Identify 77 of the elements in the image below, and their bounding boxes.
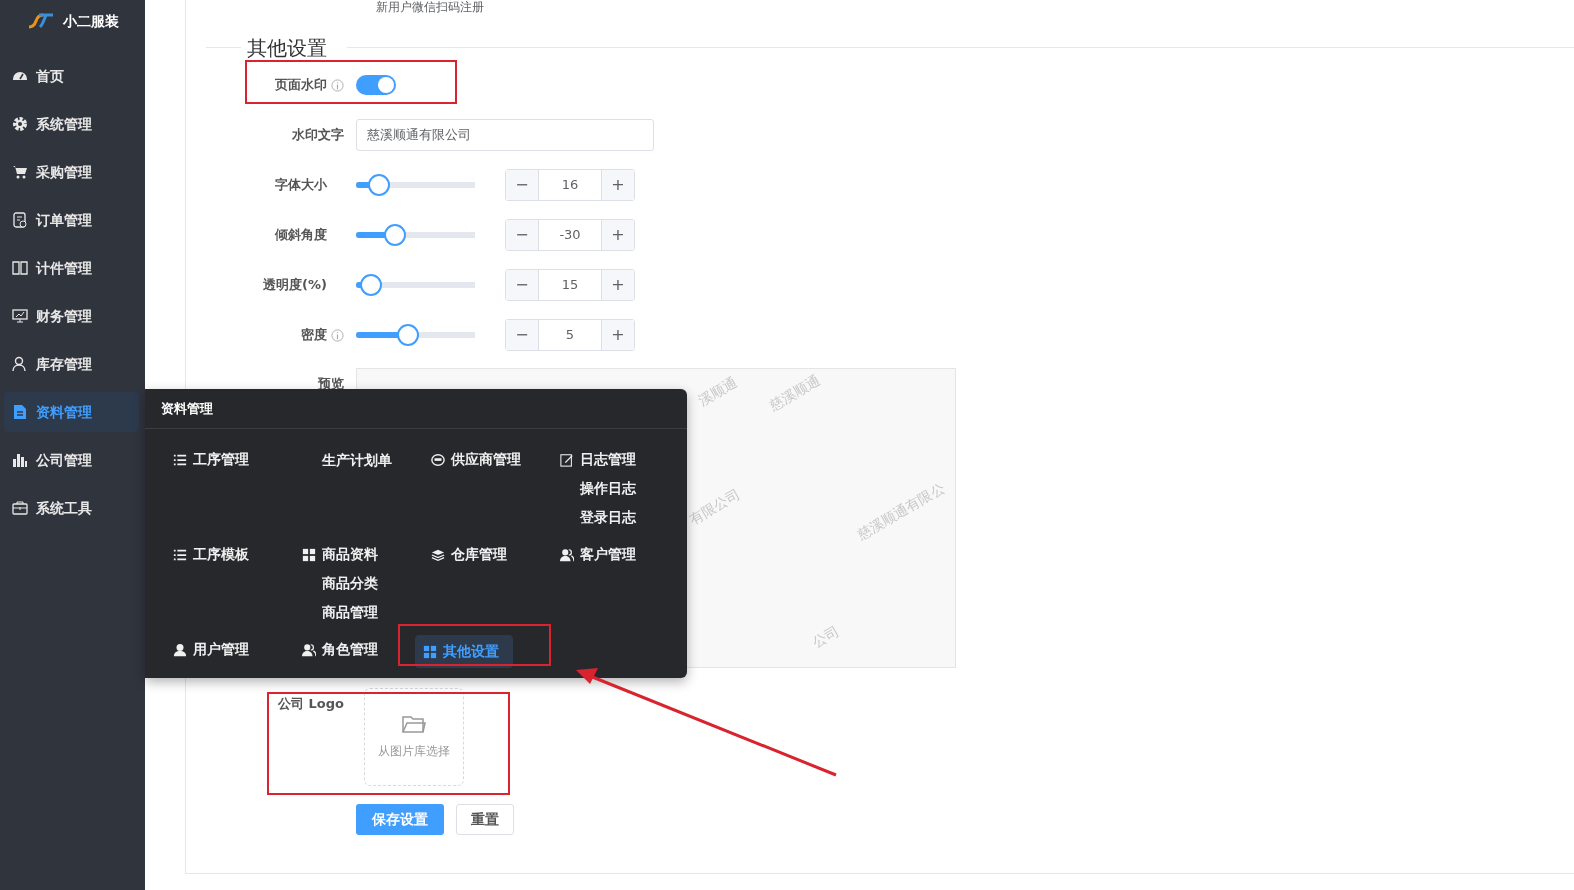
user-icon xyxy=(173,642,187,657)
grid-icon xyxy=(302,547,316,562)
robot-icon xyxy=(431,452,445,467)
menu-item[interactable]: 工序模板 xyxy=(167,540,255,569)
toolbox-icon xyxy=(12,500,28,516)
menu-item[interactable]: 角色管理 xyxy=(296,635,384,664)
slider-thumb[interactable] xyxy=(367,174,390,196)
slider-thumb[interactable] xyxy=(384,224,407,246)
slider-thumb[interactable] xyxy=(397,324,420,346)
users-icon xyxy=(560,547,574,562)
number-stepper[interactable]: − -30 + xyxy=(505,219,635,251)
layers-icon xyxy=(431,547,445,562)
sidebar-item[interactable]: 公司管理 xyxy=(4,440,139,480)
field-label: 倾斜角度 xyxy=(275,226,327,245)
users-icon xyxy=(302,642,316,657)
sidebar-item[interactable]: 采购管理 xyxy=(4,152,139,192)
cart-icon xyxy=(12,164,28,180)
minus-button[interactable]: − xyxy=(506,320,538,350)
menu-item[interactable]: 用户管理 xyxy=(167,635,255,664)
list-icon xyxy=(173,452,187,467)
field-label: 水印文字 xyxy=(292,126,344,145)
user-icon xyxy=(12,356,28,372)
menu-item[interactable]: 其他设置 xyxy=(415,635,513,668)
menu-item[interactable]: 仓库管理 xyxy=(425,540,513,569)
info-icon xyxy=(331,78,344,92)
list-icon xyxy=(173,547,187,562)
section-title: 其他设置 xyxy=(247,35,327,61)
text-input[interactable]: 慈溪顺通有限公司 xyxy=(356,119,654,151)
sidebar-item[interactable]: 库存管理 xyxy=(4,344,139,384)
monitor-icon xyxy=(12,308,28,324)
number-stepper[interactable]: − 15 + xyxy=(505,269,635,301)
field-label: 透明度(%) xyxy=(263,276,327,295)
book-icon xyxy=(12,260,28,276)
document-icon xyxy=(12,212,28,228)
bar-chart-icon xyxy=(12,452,28,468)
plus-button[interactable]: + xyxy=(602,220,634,250)
number-stepper[interactable]: − 5 + xyxy=(505,319,635,351)
sidebar-item[interactable]: 系统管理 xyxy=(4,104,139,144)
sidebar-item[interactable]: 订单管理 xyxy=(4,200,139,240)
brand-name: 小二服装 xyxy=(62,11,119,31)
plus-button[interactable]: + xyxy=(602,320,634,350)
sidebar-item[interactable]: 计件管理 xyxy=(4,248,139,288)
sidebar-item[interactable]: 首页 xyxy=(4,56,139,96)
settings-icon xyxy=(12,116,28,132)
menu-item[interactable]: 工序管理 xyxy=(167,445,255,474)
menu-item[interactable]: 供应商管理 xyxy=(425,445,527,474)
minus-button[interactable]: − xyxy=(506,170,538,200)
menu-title: 资料管理 xyxy=(145,389,687,429)
field-label: 字体大小 xyxy=(275,176,327,195)
plus-button[interactable]: + xyxy=(602,270,634,300)
menu-item[interactable]: 操作日志 xyxy=(554,474,636,503)
menu-item[interactable]: 登录日志 xyxy=(554,503,636,532)
menu-item[interactable]: 商品资料 xyxy=(296,540,384,569)
note-text: 新用户微信扫码注册 xyxy=(376,0,485,14)
folder-icon xyxy=(402,714,426,734)
menu-item[interactable]: 商品管理 xyxy=(296,598,378,627)
sidebar-item[interactable]: 财务管理 xyxy=(4,296,139,336)
menu-item[interactable]: 日志管理 xyxy=(554,445,642,474)
logo-icon xyxy=(26,13,55,29)
menu-item[interactable]: 客户管理 xyxy=(554,540,642,569)
plus-button[interactable]: + xyxy=(602,170,634,200)
edit-icon xyxy=(560,452,574,467)
menu-item[interactable]: 商品分类 xyxy=(296,569,378,598)
number-stepper[interactable]: − 16 + xyxy=(505,169,635,201)
menu-item[interactable]: 生产计划单 xyxy=(296,445,398,475)
grid-icon xyxy=(423,644,437,659)
field-label: 公司 Logo xyxy=(278,696,344,711)
document-icon xyxy=(12,404,28,420)
field-label: 密度 xyxy=(301,326,327,345)
minus-button[interactable]: − xyxy=(506,270,538,300)
field-label: 页面水印 xyxy=(275,76,327,95)
reset-button[interactable]: 重置 xyxy=(456,804,514,835)
minus-button[interactable]: − xyxy=(506,220,538,250)
toggle-switch[interactable] xyxy=(356,75,396,95)
slider-thumb[interactable] xyxy=(360,274,383,296)
sidebar-item[interactable]: 资料管理 xyxy=(4,392,139,432)
sidebar-item[interactable]: 系统工具 xyxy=(4,488,139,528)
